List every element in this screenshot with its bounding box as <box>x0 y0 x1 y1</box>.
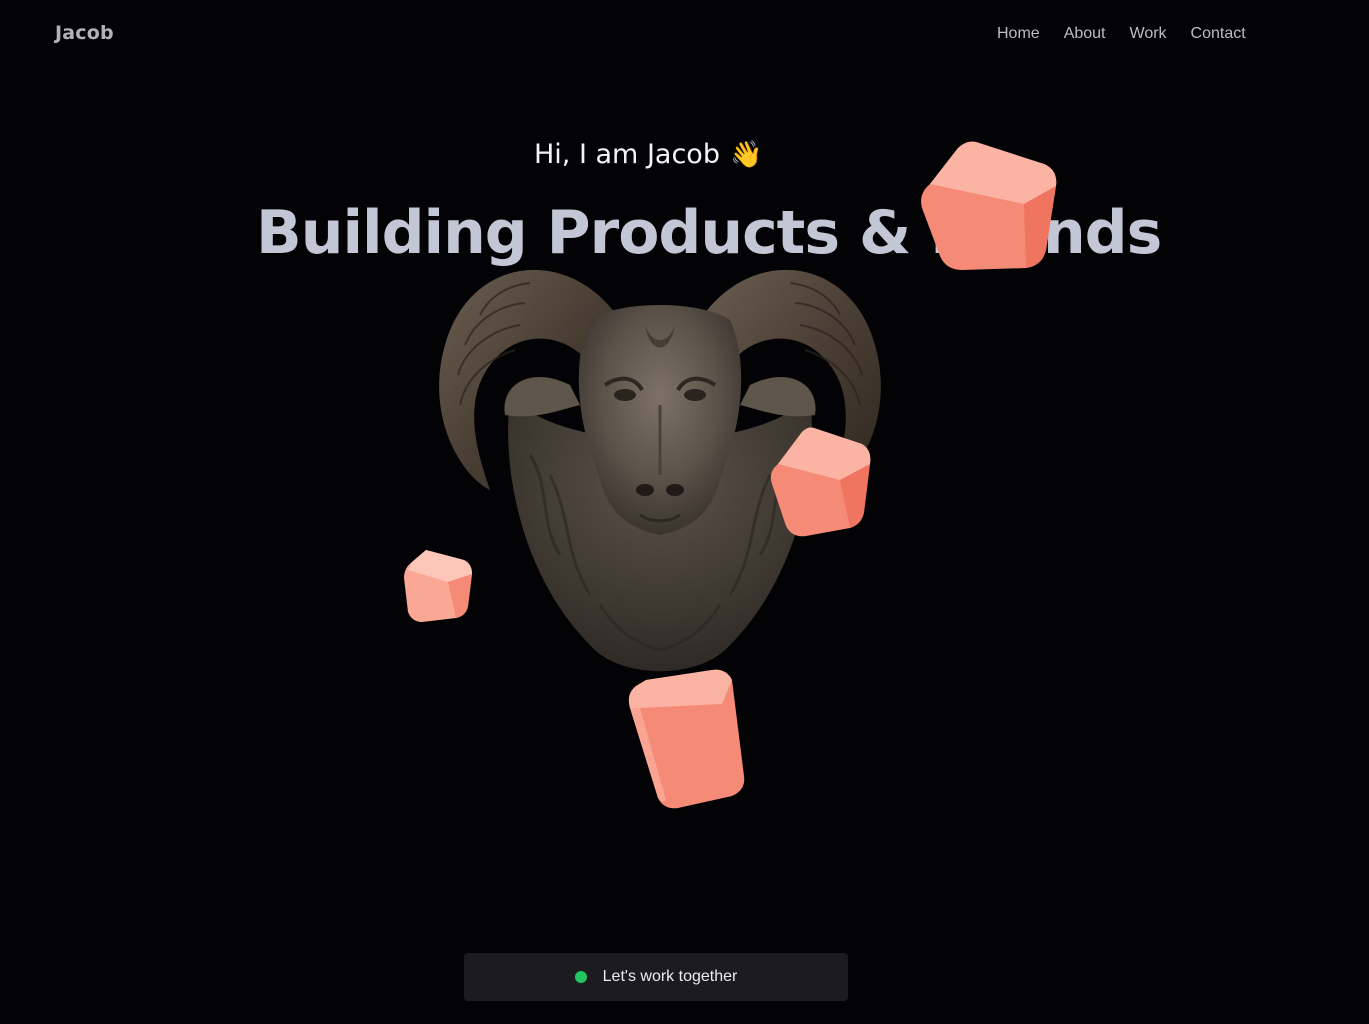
nav-contact[interactable]: Contact <box>1191 25 1246 43</box>
cube-large-top-right <box>921 141 1057 270</box>
cube-bottom <box>628 669 745 809</box>
nav-home[interactable]: Home <box>997 25 1040 43</box>
work-together-button[interactable]: Let's work together <box>464 953 848 1001</box>
nav-about[interactable]: About <box>1064 25 1106 43</box>
main-nav: Home About Work Contact <box>997 25 1270 43</box>
nav-work[interactable]: Work <box>1130 25 1167 43</box>
hero-greeting: Hi, I am Jacob 👋 <box>534 139 762 170</box>
cube-middle-right <box>770 427 871 537</box>
cta-label: Let's work together <box>602 968 738 985</box>
wave-icon: 👋 <box>729 140 763 170</box>
cube-small-left <box>404 550 472 622</box>
brand-logo[interactable]: Jacob <box>55 22 114 44</box>
status-dot-icon <box>574 971 587 983</box>
greeting-text: Hi, I am Jacob <box>534 139 720 170</box>
